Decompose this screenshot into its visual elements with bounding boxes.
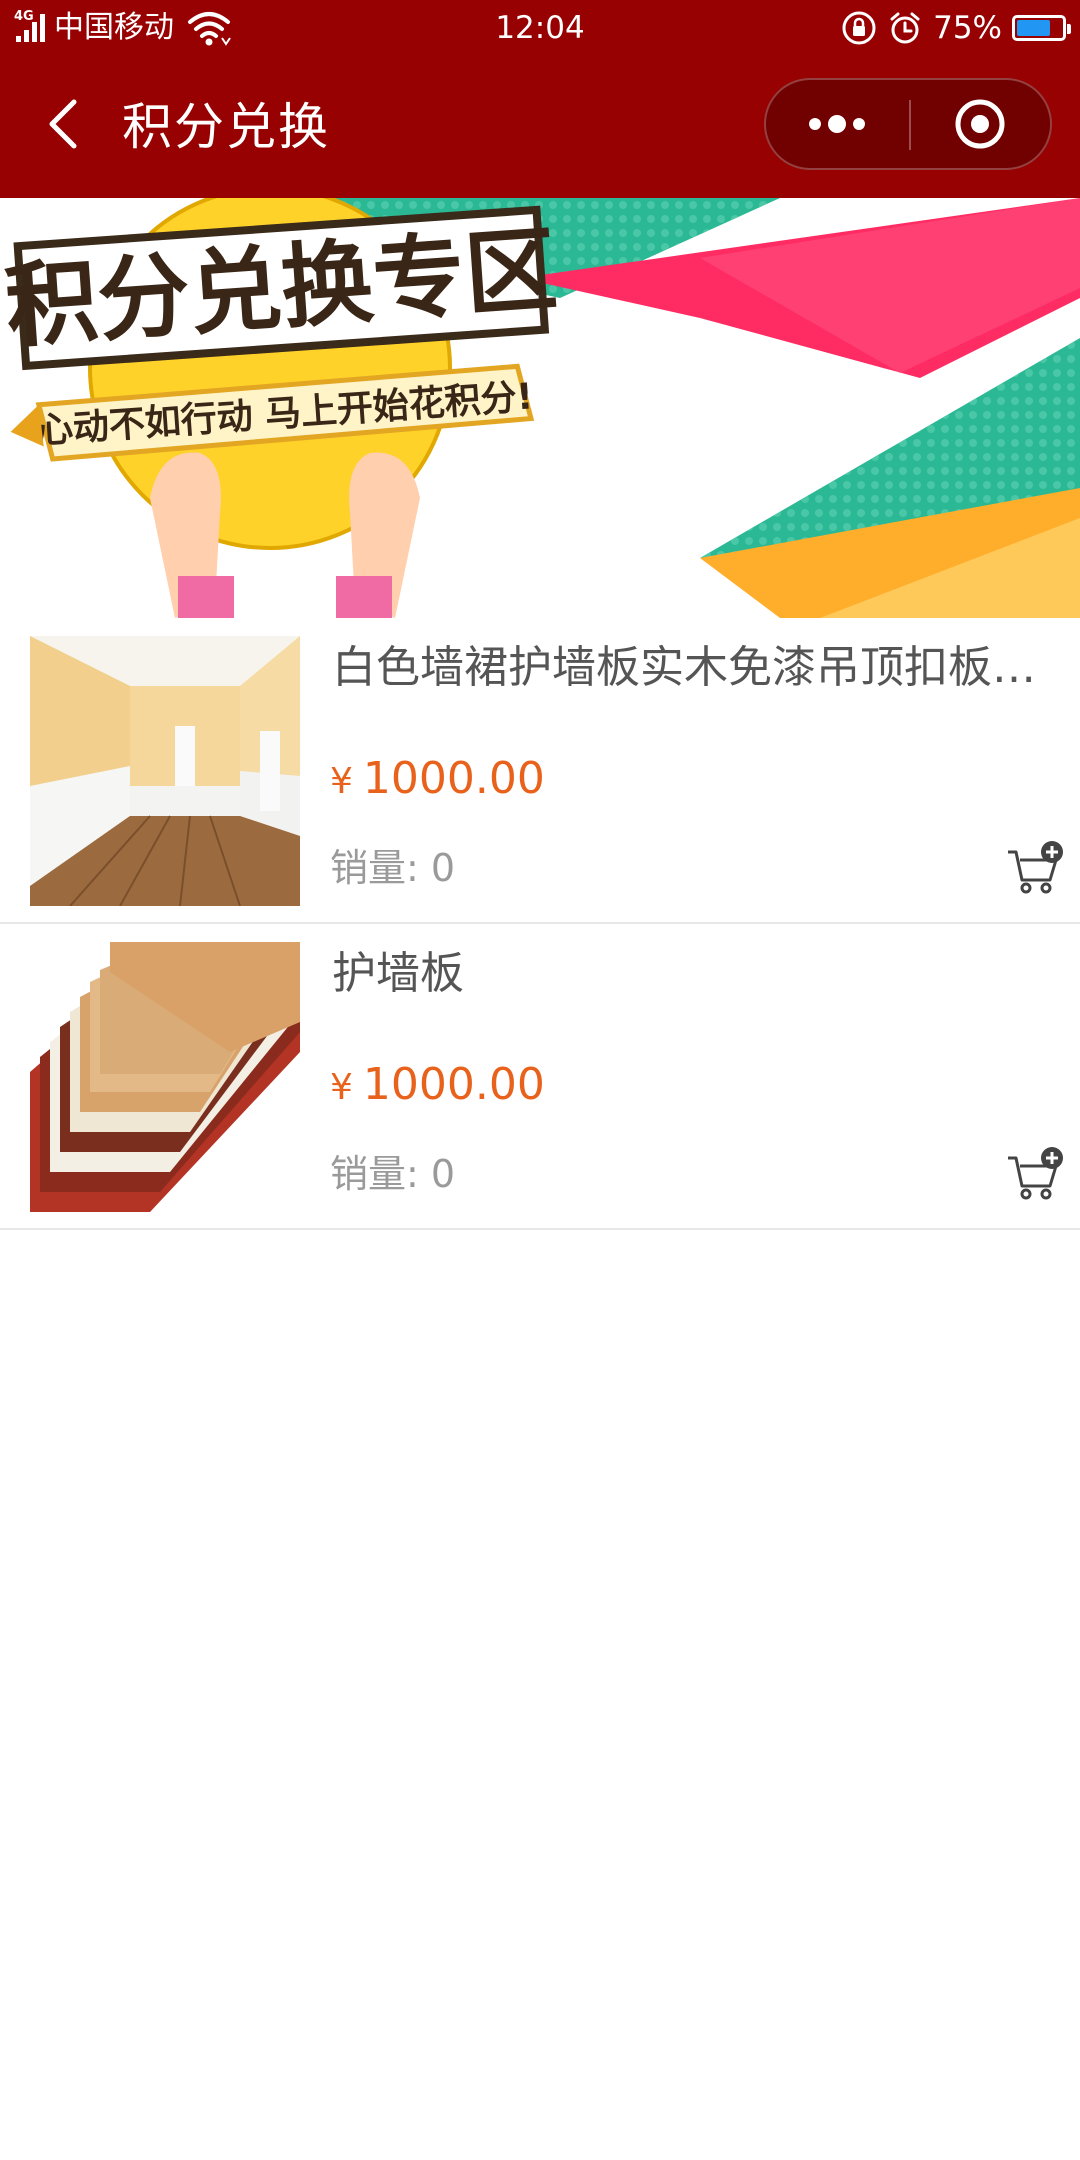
price-value: 1000.00	[362, 1059, 545, 1110]
currency-symbol: ¥	[330, 1067, 353, 1108]
sales-label: 销量:	[330, 1152, 419, 1196]
product-name[interactable]: 护墙板	[332, 944, 1052, 1004]
status-bar: 4G 中国移动 12:04 75%	[0, 0, 1080, 56]
battery-percent: 75%	[933, 10, 1002, 46]
battery-fill	[1017, 20, 1050, 36]
alarm-icon	[890, 12, 920, 44]
battery-icon	[1012, 15, 1071, 41]
product-price: ¥1000.00	[330, 1052, 545, 1127]
product-image-room[interactable]	[30, 636, 300, 906]
product-card[interactable]: 护墙板 ¥1000.00 销量: 0	[0, 924, 1080, 1230]
currency-symbol: ¥	[330, 761, 353, 802]
price-value: 1000.00	[362, 753, 545, 804]
status-right: 75%	[841, 6, 1071, 50]
page-title: 积分兑换	[122, 98, 330, 156]
chevron-left-icon[interactable]	[36, 94, 96, 154]
sales-value: 0	[430, 846, 456, 890]
sales-count: 销量: 0	[330, 1146, 455, 1202]
product-price: ¥1000.00	[330, 746, 545, 821]
rotation-lock-icon	[842, 11, 876, 45]
add-to-cart-icon[interactable]	[1006, 1146, 1064, 1202]
more-dots-icon[interactable]	[766, 80, 909, 168]
nav-bar: 积分兑换	[0, 56, 1080, 198]
product-list: 白色墙裙护墙板实木免漆吊顶扣板… ¥1000.00 销量: 0 护墙板 ¥ 10…	[0, 618, 1080, 1230]
capsule-close-icon[interactable]	[911, 80, 1052, 168]
product-card[interactable]: 白色墙裙护墙板实木免漆吊顶扣板… ¥1000.00 销量: 0	[0, 618, 1080, 924]
banner-illustration: 积分兑换专区 心动不如行动 马上开始花积分!	[0, 198, 1080, 618]
sales-value: 0	[430, 1152, 456, 1196]
product-name[interactable]: 白色墙裙护墙板实木免漆吊顶扣板…	[332, 638, 1052, 698]
sales-label: 销量:	[330, 846, 419, 890]
promo-banner[interactable]: 积分兑换专区 心动不如行动 马上开始花积分!	[0, 198, 1080, 618]
mini-program-capsule	[764, 78, 1052, 170]
product-image-panels[interactable]	[30, 942, 300, 1212]
add-to-cart-icon[interactable]	[1006, 840, 1064, 896]
sales-count: 销量: 0	[330, 840, 455, 896]
